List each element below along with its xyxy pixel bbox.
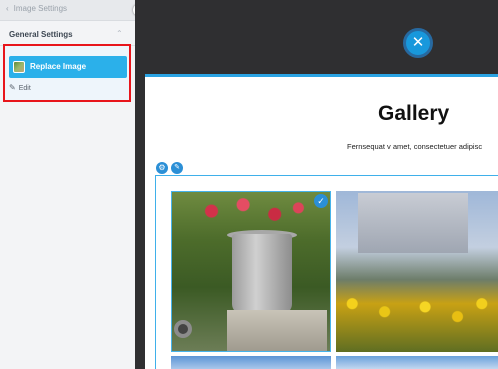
chevron-left-icon: ‹ (6, 4, 9, 13)
gallery-image-flower-pot[interactable] (171, 191, 331, 352)
sidebar-header[interactable]: ‹ Image Settings (0, 0, 135, 21)
editor-toolbar-area (135, 0, 498, 74)
close-icon: ✕ (411, 34, 425, 51)
image-detail (232, 234, 292, 314)
back-label: Image Settings (13, 4, 68, 13)
gallery-image-daffodils[interactable] (336, 191, 498, 352)
image-detail (358, 193, 468, 253)
block-settings-button[interactable]: ⚙ (156, 162, 168, 174)
gallery-title[interactable]: Gallery (378, 102, 449, 126)
edit-link[interactable]: ✎ Edit (9, 83, 31, 92)
pencil-icon: ✎ (174, 164, 180, 171)
gallery-image-sky-right[interactable] (336, 356, 498, 369)
close-button[interactable]: ✕ (403, 28, 433, 58)
chevron-up-icon[interactable]: ⌃ (116, 29, 123, 38)
section-title[interactable]: General Settings (9, 30, 73, 39)
image-thumbnail (13, 61, 25, 73)
image-detail (227, 310, 327, 351)
gallery-image-sky-left[interactable] (171, 356, 331, 369)
image-detail (174, 320, 192, 338)
gallery-subtitle[interactable]: Fernsequat v amet, consectetuer adipisc (347, 142, 482, 151)
edit-label: Edit (18, 85, 31, 92)
gear-icon: ⚙ (158, 163, 166, 172)
back-link[interactable]: ‹ Image Settings (6, 4, 67, 13)
replace-image-button[interactable]: Replace Image (9, 56, 127, 78)
block-edit-button[interactable]: ✎ (171, 162, 183, 174)
replace-image-label: Replace Image (30, 62, 87, 71)
pencil-icon: ✎ (9, 83, 16, 92)
check-icon[interactable]: ✓ (314, 194, 328, 208)
